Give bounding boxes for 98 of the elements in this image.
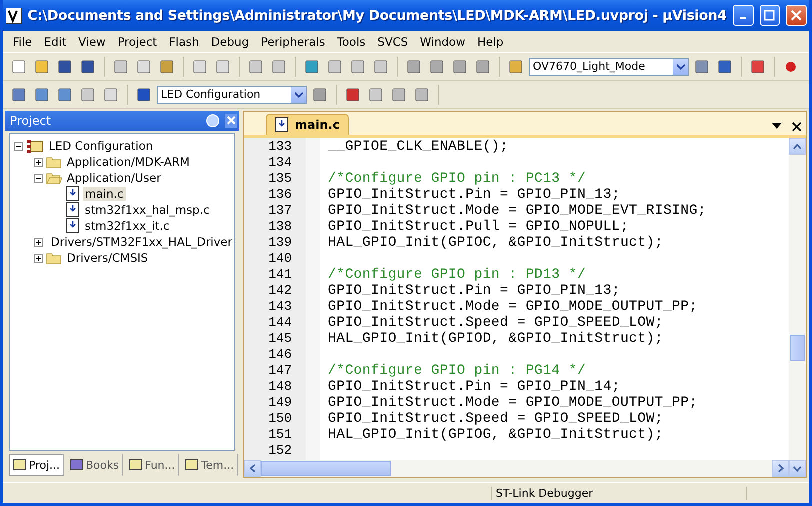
code-line: GPIO_InitStruct.Mode = GPIO_MODE_OUTPUT_PP; bbox=[328, 395, 699, 411]
scroll-thumb[interactable] bbox=[790, 335, 805, 361]
line-number: 141 bbox=[268, 267, 293, 283]
app-icon bbox=[6, 8, 22, 24]
collapse-toggle[interactable] bbox=[14, 142, 23, 150]
code-comment: /*Configure GPIO pin : PD13 */ bbox=[328, 267, 588, 283]
code-comment: /*Configure GPIO pin : PC13 */ bbox=[328, 171, 588, 187]
line-number: 137 bbox=[268, 203, 293, 219]
code-line: GPIO_InitStruct.Pin = GPIO_PIN_14; bbox=[328, 379, 622, 395]
menu-item[interactable]: Window bbox=[414, 34, 472, 48]
close-icon bbox=[791, 10, 802, 21]
line-number: 149 bbox=[268, 395, 293, 411]
code-line: GPIO_InitStruct.Pull = GPIO_NOPULL; bbox=[328, 219, 630, 235]
line-number: 139 bbox=[268, 235, 293, 251]
close-icon[interactable] bbox=[792, 122, 802, 132]
tree-item[interactable]: Application/User bbox=[65, 171, 164, 185]
code-line: GPIO_InitStruct.Mode = GPIO_MODE_OUTPUT_PP; bbox=[328, 299, 699, 315]
tree-item[interactable]: main.c bbox=[83, 187, 126, 201]
menu-item[interactable]: Edit bbox=[38, 34, 73, 48]
menu-item[interactable]: Debug bbox=[205, 34, 256, 48]
menu-item[interactable]: Tools bbox=[331, 34, 372, 48]
line-number: 146 bbox=[268, 347, 293, 363]
close-button[interactable] bbox=[786, 5, 807, 26]
target-dropdown[interactable]: OV7670_Light_Mode bbox=[529, 58, 689, 76]
collapse-toggle[interactable] bbox=[34, 174, 43, 182]
tree-item[interactable]: stm32f1xx_it.c bbox=[83, 219, 172, 233]
tree-item[interactable]: Application/MDK-ARM bbox=[65, 155, 192, 169]
line-number: 143 bbox=[268, 299, 293, 315]
panel-tab[interactable]: Books bbox=[66, 454, 124, 476]
line-number: 144 bbox=[268, 315, 293, 331]
scroll-down-icon[interactable] bbox=[793, 466, 802, 472]
project-icon bbox=[26, 139, 44, 153]
folder-icon bbox=[46, 156, 62, 168]
code-line: HAL_GPIO_Init(GPIOC, &GPIO_InitStruct); bbox=[328, 235, 664, 251]
maximize-icon bbox=[764, 10, 776, 21]
tree-item[interactable]: Drivers/STM32F1xx_HAL_Driver bbox=[49, 235, 234, 249]
line-number: 133 bbox=[268, 139, 293, 155]
code-line: GPIO_InitStruct.Pin = GPIO_PIN_13; bbox=[328, 187, 622, 203]
code-line: HAL_GPIO_Init(GPIOD, &GPIO_InitStruct); bbox=[328, 331, 664, 347]
minimize-button[interactable] bbox=[732, 5, 754, 26]
panel-tab[interactable]: Proj... bbox=[9, 454, 64, 476]
menu-item[interactable]: Help bbox=[472, 34, 510, 48]
menu-item[interactable]: File bbox=[7, 34, 38, 48]
scroll-right-icon[interactable] bbox=[778, 464, 784, 473]
maximize-button[interactable] bbox=[760, 5, 780, 26]
caret-icon bbox=[294, 92, 302, 98]
code-comment: /*Configure GPIO pin : PG14 */ bbox=[328, 363, 588, 379]
file-icon bbox=[66, 202, 80, 218]
line-number: 138 bbox=[268, 219, 293, 235]
menu-item[interactable]: SVCS bbox=[372, 34, 414, 48]
code-line: __GPIOE_CLK_ENABLE(); bbox=[328, 139, 510, 155]
menu-item[interactable]: Project bbox=[112, 34, 164, 48]
line-number: 145 bbox=[268, 331, 293, 347]
line-number: 151 bbox=[268, 427, 293, 443]
editor-tab[interactable]: main.c bbox=[266, 114, 349, 135]
menu-item[interactable]: Flash bbox=[163, 34, 206, 48]
code-line: GPIO_InitStruct.Pin = GPIO_PIN_13; bbox=[328, 283, 622, 299]
line-number: 134 bbox=[268, 155, 293, 171]
tree-item[interactable]: Drivers/CMSIS bbox=[65, 251, 150, 265]
code-line: GPIO_InitStruct.Mode = GPIO_MODE_EVT_RISING; bbox=[328, 203, 708, 219]
file-icon bbox=[66, 218, 80, 234]
panel-title: Project bbox=[10, 114, 52, 128]
code-line: GPIO_InitStruct.Speed = GPIO_SPEED_LOW; bbox=[328, 315, 664, 331]
debugger-status: ST-Link Debugger bbox=[491, 486, 747, 500]
caret-icon bbox=[676, 64, 684, 70]
scroll-up-icon[interactable] bbox=[793, 144, 802, 150]
expand-toggle[interactable] bbox=[34, 238, 43, 246]
line-number: 142 bbox=[268, 283, 293, 299]
expand-toggle[interactable] bbox=[34, 254, 43, 262]
window-title: C:\Documents and Settings\Administrator\My Documents\LED\MDK-ARM\LED.uvproj - µVision4 bbox=[28, 8, 727, 24]
plus-icon bbox=[35, 254, 42, 262]
scroll-thumb[interactable] bbox=[261, 461, 391, 476]
config-dropdown[interactable]: LED Configuration bbox=[157, 86, 307, 104]
line-number: 152 bbox=[268, 443, 293, 459]
code-line: HAL_GPIO_Init(GPIOG, &GPIO_InitStruct); bbox=[328, 427, 664, 443]
file-icon bbox=[66, 186, 80, 202]
line-number: 135 bbox=[268, 171, 293, 187]
line-number: 147 bbox=[268, 363, 293, 379]
tree-item[interactable]: LED Configuration bbox=[47, 139, 156, 153]
plus-icon bbox=[35, 158, 42, 166]
expand-toggle[interactable] bbox=[34, 158, 43, 166]
tree-item[interactable]: stm32f1xx_hal_msp.c bbox=[83, 203, 212, 217]
panel-tab[interactable]: Fun... bbox=[125, 454, 180, 476]
line-number: 148 bbox=[268, 379, 293, 395]
line-number: 150 bbox=[268, 411, 293, 427]
line-number: 136 bbox=[268, 187, 293, 203]
menu-item[interactable]: View bbox=[72, 34, 112, 48]
dropdown-icon[interactable] bbox=[772, 122, 782, 130]
panel-tab[interactable]: Tem... bbox=[181, 454, 238, 476]
scroll-left-icon[interactable] bbox=[250, 464, 256, 473]
folder-icon bbox=[46, 252, 62, 264]
horizontal-scrollbar[interactable] bbox=[244, 460, 806, 477]
file-icon bbox=[275, 117, 289, 133]
line-number: 140 bbox=[268, 251, 293, 267]
vertical-scrollbar[interactable] bbox=[789, 138, 806, 460]
menu-item[interactable]: Peripherals bbox=[255, 34, 332, 48]
code-line: GPIO_InitStruct.Speed = GPIO_SPEED_LOW; bbox=[328, 411, 664, 427]
plus-icon bbox=[35, 238, 42, 246]
